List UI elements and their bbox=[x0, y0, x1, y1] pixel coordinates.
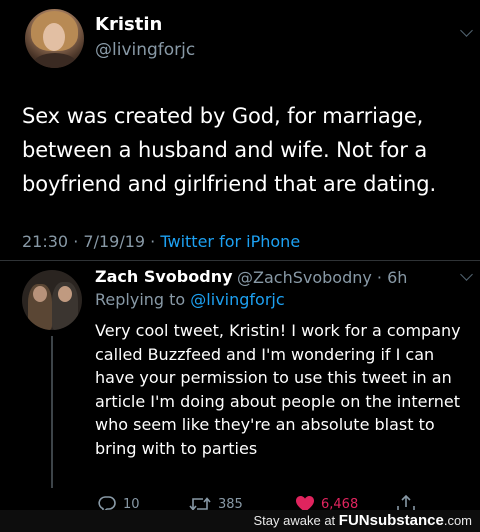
main-tweet-text: Sex was created by God, for marriage, be… bbox=[22, 99, 477, 201]
main-author-handle[interactable]: @livingforjc bbox=[95, 40, 195, 60]
kristin-avatar[interactable] bbox=[25, 9, 84, 68]
replying-to-mention[interactable]: @livingforjc bbox=[190, 290, 284, 309]
meta-separator: · bbox=[150, 232, 156, 251]
tweet-metadata: 21:30 · 7/19/19 · Twitter for iPhone bbox=[22, 232, 300, 251]
reply-tweet-line: who seem like they're an absolute blast … bbox=[95, 415, 435, 434]
divider bbox=[0, 260, 480, 261]
main-tweet-line: between a husband and wife. Not for a bbox=[22, 138, 428, 162]
tweet-time: 21:30 bbox=[22, 232, 69, 251]
watermark: Stay awake at FUNsubstance.com bbox=[254, 512, 472, 529]
reply-tweet-line: bring with to parties bbox=[95, 438, 258, 458]
chevron-down-icon[interactable] bbox=[460, 268, 473, 281]
watermark-brand: FUNsubstance bbox=[338, 512, 444, 529]
meta-separator: · bbox=[73, 232, 79, 251]
reply-tweet-line: Very cool tweet, Kristin! I work for a c… bbox=[95, 321, 461, 340]
main-tweet-line: Sex was created by God, for marriage, bbox=[22, 104, 424, 128]
replying-to: Replying to @livingforjc bbox=[95, 290, 285, 309]
avatar-face-left bbox=[33, 286, 47, 302]
reply-tweet-text: Very cool tweet, Kristin! I work for a c… bbox=[95, 319, 475, 460]
watermark-suffix: .com bbox=[443, 513, 472, 528]
reply-tweet-line: article I'm doing about people on the in… bbox=[95, 391, 461, 411]
reply-author-handle-time[interactable]: @ZachSvobodny · 6h bbox=[237, 268, 407, 287]
tweet-source-link[interactable]: Twitter for iPhone bbox=[160, 232, 300, 251]
avatar-face bbox=[43, 23, 65, 51]
replying-prefix: Replying to bbox=[95, 290, 186, 309]
zach-avatar[interactable] bbox=[22, 270, 82, 330]
thread-line bbox=[51, 336, 53, 488]
avatar-face-right bbox=[58, 286, 72, 302]
reply-tweet-line: called Buzzfeed and I'm wondering if I c… bbox=[95, 344, 435, 364]
main-author-name[interactable]: Kristin bbox=[95, 14, 162, 35]
reply-author-name[interactable]: Zach Svobodny bbox=[95, 267, 233, 286]
tweet-date: 7/19/19 bbox=[83, 232, 146, 251]
reply-tweet-line: have your permission to use this tweet i… bbox=[95, 368, 452, 387]
main-tweet-line: boyfriend and girlfriend that are dating… bbox=[22, 172, 437, 196]
avatar-shirt bbox=[33, 53, 77, 68]
chevron-down-icon[interactable] bbox=[460, 24, 473, 37]
watermark-prefix: Stay awake at bbox=[253, 513, 336, 528]
